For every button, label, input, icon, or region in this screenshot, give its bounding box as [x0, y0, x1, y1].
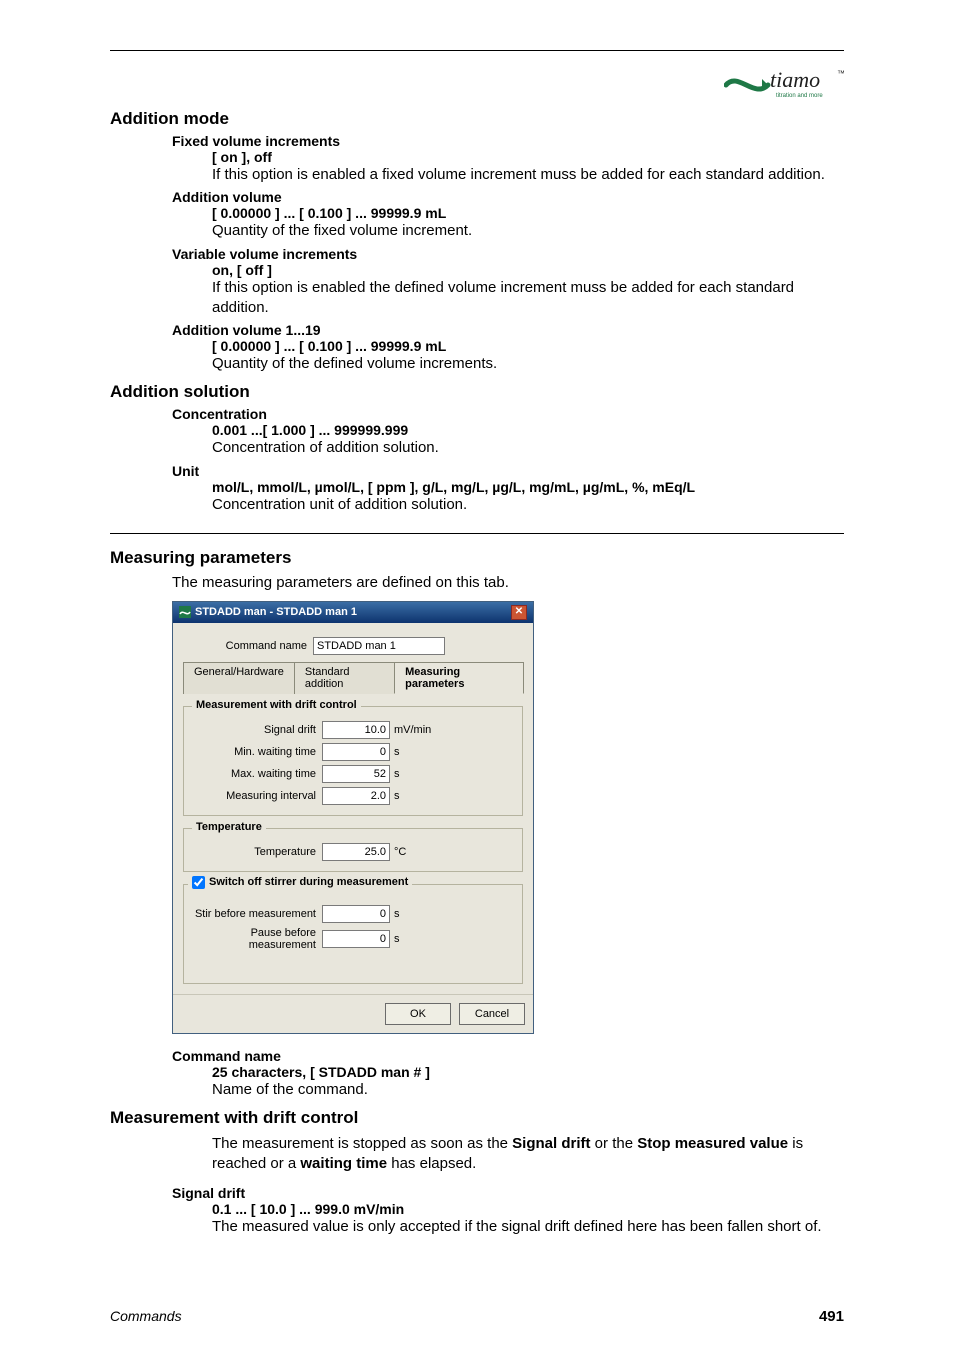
max-wait-input[interactable]: [322, 765, 390, 783]
desc-command-name: Name of the command.: [212, 1080, 844, 1100]
desc-vvi: If this option is enabled the defined vo…: [212, 278, 844, 319]
label-unit: Unit: [172, 463, 844, 479]
group-title-stirrer: Switch off stirrer during measurement: [209, 876, 408, 888]
label-fixed-volume-increments: Fixed volume increments: [172, 133, 844, 149]
tab-general-hardware[interactable]: General/Hardware: [183, 662, 295, 694]
range-av: [ 0.00000 ] ... [ 0.100 ] ... 99999.9 mL: [212, 205, 844, 221]
label-command-name: Command name: [172, 1048, 844, 1064]
stir-before-label: Stir before measurement: [192, 908, 322, 920]
svg-text:™: ™: [837, 69, 844, 78]
stir-before-input[interactable]: [322, 905, 390, 923]
range-vvi: on, [ off ]: [212, 262, 844, 278]
desc-signal-drift: The measured value is only accepted if t…: [212, 1217, 844, 1237]
cancel-button[interactable]: Cancel: [459, 1003, 525, 1025]
range-signal-drift: 0.1 ... [ 10.0 ] ... 999.0 mV/min: [212, 1201, 844, 1217]
range-fvi: [ on ], off: [212, 149, 844, 165]
range-av119: [ 0.00000 ] ... [ 0.100 ] ... 99999.9 mL: [212, 338, 844, 354]
desc-av: Quantity of the fixed volume increment.: [212, 221, 844, 241]
brand-tagline: titration and more: [776, 93, 823, 99]
range-unit: mol/L, mmol/L, µmol/L, [ ppm ], g/L, mg/…: [212, 479, 844, 495]
intro-mwdc: The measurement is stopped as soon as th…: [212, 1134, 844, 1175]
desc-concentration: Concentration of addition solution.: [212, 438, 844, 458]
heading-addition-solution: Addition solution: [110, 382, 844, 402]
desc-unit: Concentration unit of addition solution.: [212, 495, 844, 515]
label-addition-volume: Addition volume: [172, 189, 844, 205]
command-name-input[interactable]: [313, 637, 445, 655]
app-icon: [179, 606, 191, 618]
switch-off-stirrer-checkbox[interactable]: [192, 876, 205, 889]
heading-addition-mode: Addition mode: [110, 109, 844, 129]
temperature-input[interactable]: [322, 843, 390, 861]
command-name-label: Command name: [183, 640, 313, 652]
close-icon[interactable]: ✕: [511, 605, 527, 620]
signal-drift-label: Signal drift: [192, 724, 322, 736]
min-wait-unit: s: [390, 746, 400, 758]
pause-before-label: Pause before measurement: [192, 927, 322, 951]
min-wait-label: Min. waiting time: [192, 746, 322, 758]
pause-before-unit: s: [390, 933, 400, 945]
dialog-stdadd-man: STDADD man - STDADD man 1 ✕ Command name…: [172, 601, 534, 1034]
brand-text: tiamo: [770, 67, 820, 92]
tab-measuring-parameters[interactable]: Measuring parameters: [394, 662, 524, 694]
label-concentration: Concentration: [172, 406, 844, 422]
max-wait-unit: s: [390, 768, 400, 780]
measuring-interval-input[interactable]: [322, 787, 390, 805]
group-title-drift: Measurement with drift control: [192, 699, 361, 711]
ok-button[interactable]: OK: [385, 1003, 451, 1025]
intro-measuring: The measuring parameters are defined on …: [172, 574, 844, 591]
footer-section: Commands: [110, 1308, 182, 1325]
top-rule: [110, 50, 844, 51]
heading-mwdc: Measurement with drift control: [110, 1108, 844, 1128]
desc-av119: Quantity of the defined volume increment…: [212, 354, 844, 374]
heading-measuring-parameters: Measuring parameters: [110, 533, 844, 568]
temperature-unit: °C: [390, 846, 406, 858]
dialog-title: STDADD man - STDADD man 1: [195, 606, 357, 618]
pause-before-input[interactable]: [322, 930, 390, 948]
label-variable-volume-increments: Variable volume increments: [172, 246, 844, 262]
label-addition-volume-1-19: Addition volume 1...19: [172, 322, 844, 338]
tab-standard-addition[interactable]: Standard addition: [294, 662, 395, 694]
signal-drift-unit: mV/min: [390, 724, 431, 736]
range-concentration: 0.001 ...[ 1.000 ] ... 999999.999: [212, 422, 844, 438]
page-number: 491: [819, 1308, 844, 1325]
measuring-interval-label: Measuring interval: [192, 790, 322, 802]
min-wait-input[interactable]: [322, 743, 390, 761]
measuring-interval-unit: s: [390, 790, 400, 802]
group-title-temperature: Temperature: [192, 821, 266, 833]
range-command-name: 25 characters, [ STDADD man # ]: [212, 1064, 844, 1080]
stir-before-unit: s: [390, 908, 400, 920]
desc-fvi: If this option is enabled a fixed volume…: [212, 165, 844, 185]
signal-drift-input[interactable]: [322, 721, 390, 739]
label-signal-drift: Signal drift: [172, 1185, 844, 1201]
brand-logo: tiamo ™ titration and more: [724, 65, 844, 101]
temperature-label: Temperature: [192, 846, 322, 858]
max-wait-label: Max. waiting time: [192, 768, 322, 780]
